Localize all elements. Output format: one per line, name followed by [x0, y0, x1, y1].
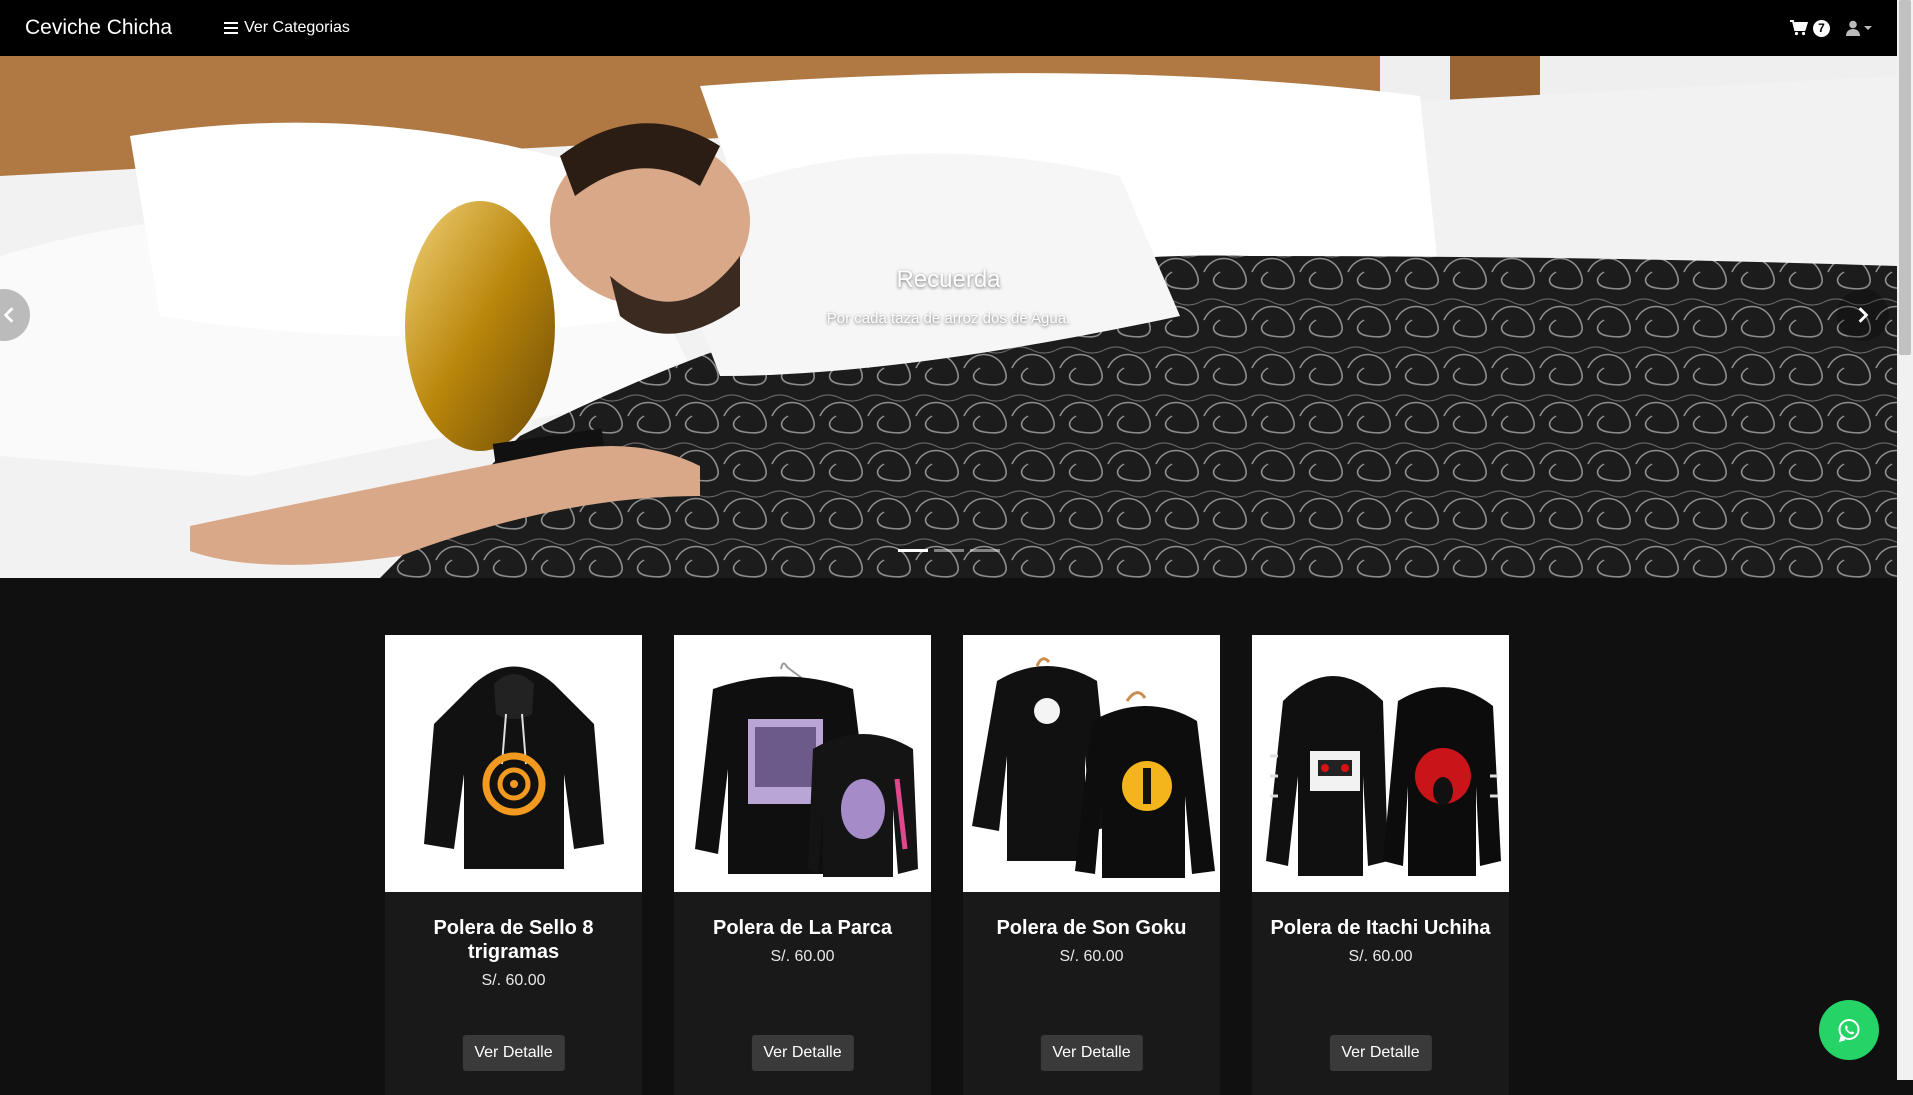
categories-label: Ver Categorias [244, 19, 350, 36]
product-card: Polera de Sello 8 trigramas S/. 60.00 Ve… [385, 635, 642, 1095]
carousel-next-button[interactable] [1837, 289, 1889, 341]
product-image[interactable] [674, 635, 931, 892]
product-card: Polera de La Parca S/. 60.00 Ver Detalle [674, 635, 931, 1095]
chevron-right-icon [1858, 307, 1869, 323]
product-card-body: Polera de Son Goku S/. 60.00 Ver Detalle [963, 892, 1220, 1095]
whatsapp-chat-button[interactable] [1819, 1000, 1879, 1060]
product-title: Polera de Sello 8 trigramas [433, 917, 594, 963]
view-detail-button[interactable]: Ver Detalle [751, 1035, 854, 1071]
carousel-text: Por cada taza de arroz dos de Agua. [826, 310, 1071, 327]
cart-icon [1790, 20, 1808, 36]
hoodie-image-goku [971, 657, 1215, 878]
cart-button[interactable]: 7 [1790, 19, 1830, 37]
categories-menu-button[interactable]: Ver Categorias [224, 19, 350, 37]
menu-icon [224, 22, 239, 34]
product-card-body: Polera de Itachi Uchiha S/. 60.00 Ver De… [1252, 892, 1509, 1095]
carousel-indicator-1[interactable] [897, 549, 928, 552]
user-icon [1846, 20, 1860, 36]
product-card-body: Polera de Sello 8 trigramas S/. 60.00 Ve… [385, 892, 642, 1095]
product-title: Polera de La Parca [713, 917, 892, 939]
top-navbar: Ceviche Chicha Ver Categorias 7 [0, 0, 1897, 56]
chevron-left-icon [3, 307, 14, 323]
carousel-caption: Recuerda Por cada taza de arroz dos de A… [0, 266, 1897, 327]
product-image[interactable] [385, 635, 642, 892]
hoodie-image-sello [423, 666, 604, 869]
carousel-indicator-3[interactable] [969, 549, 1000, 552]
product-title: Polera de Son Goku [996, 917, 1187, 939]
product-title: Polera de Itachi Uchiha [1270, 917, 1491, 939]
chevron-down-icon [1864, 26, 1872, 30]
hoodie-image-itachi [1266, 676, 1501, 876]
product-grid: Polera de Sello 8 trigramas S/. 60.00 Ve… [385, 635, 1509, 1095]
product-image[interactable] [963, 635, 1220, 892]
carousel-indicator-2[interactable] [933, 549, 964, 552]
product-card-body: Polera de La Parca S/. 60.00 Ver Detalle [674, 892, 931, 1095]
brand-link[interactable]: Ceviche Chicha [25, 16, 172, 40]
view-detail-button[interactable]: Ver Detalle [1329, 1035, 1432, 1071]
product-image[interactable] [1252, 635, 1509, 892]
scrollbar-thumb[interactable] [1899, 0, 1911, 355]
carousel-title: Recuerda [896, 266, 1001, 293]
product-price: S/. 60.00 [481, 972, 546, 989]
page-scrollbar[interactable] [1897, 0, 1913, 1080]
product-card: Polera de Itachi Uchiha S/. 60.00 Ver De… [1252, 635, 1509, 1095]
product-price: S/. 60.00 [1059, 948, 1124, 965]
carousel-indicators [0, 549, 1897, 552]
view-detail-button[interactable]: Ver Detalle [1040, 1035, 1143, 1071]
cart-count-badge: 7 [1813, 19, 1830, 37]
product-price: S/. 60.00 [770, 948, 835, 965]
view-detail-button[interactable]: Ver Detalle [462, 1035, 565, 1071]
product-card: Polera de Son Goku S/. 60.00 Ver Detalle [963, 635, 1220, 1095]
nav-actions: 7 [1790, 19, 1872, 37]
hoodie-image-parca [694, 662, 918, 877]
user-menu-button[interactable] [1846, 20, 1872, 36]
whatsapp-icon [1838, 1019, 1860, 1043]
product-price: S/. 60.00 [1348, 948, 1413, 965]
hero-carousel: Recuerda Por cada taza de arroz dos de A… [0, 56, 1897, 578]
